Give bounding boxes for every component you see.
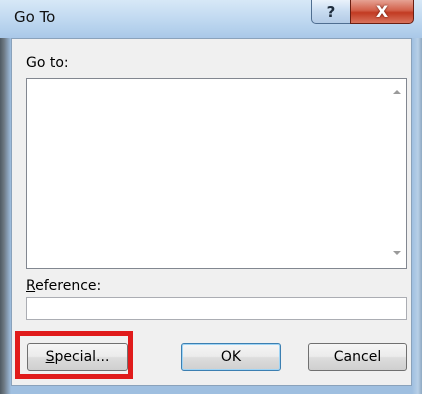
listbox-scrollbar[interactable] (389, 79, 406, 268)
reference-label: Reference: (26, 278, 101, 294)
goto-dialog: Go To ? X Go to: Reference: Special... O… (0, 0, 422, 394)
goto-listbox[interactable] (26, 78, 407, 269)
goto-label: Go to: (26, 55, 69, 71)
dialog-right-frame (412, 35, 422, 394)
special-button-highlight-box (15, 331, 133, 379)
reference-access-key: R (26, 278, 36, 294)
scroll-down-arrow-icon[interactable] (393, 251, 401, 255)
title-bar[interactable]: Go To ? X (0, 0, 422, 38)
dialog-left-frame (0, 35, 11, 394)
ok-button[interactable]: OK (181, 343, 281, 371)
reference-input[interactable] (26, 297, 407, 320)
scroll-up-arrow-icon[interactable] (393, 90, 401, 94)
screenshot-root: Go To ? X Go to: Reference: Special... O… (0, 0, 422, 394)
reference-label-text: eference: (35, 278, 102, 294)
close-icon: X (375, 2, 389, 21)
help-icon: ? (326, 2, 336, 21)
dialog-title: Go To (14, 8, 56, 26)
close-button[interactable]: X (350, 0, 414, 24)
cancel-button[interactable]: Cancel (308, 343, 407, 371)
help-button[interactable]: ? (311, 0, 351, 24)
